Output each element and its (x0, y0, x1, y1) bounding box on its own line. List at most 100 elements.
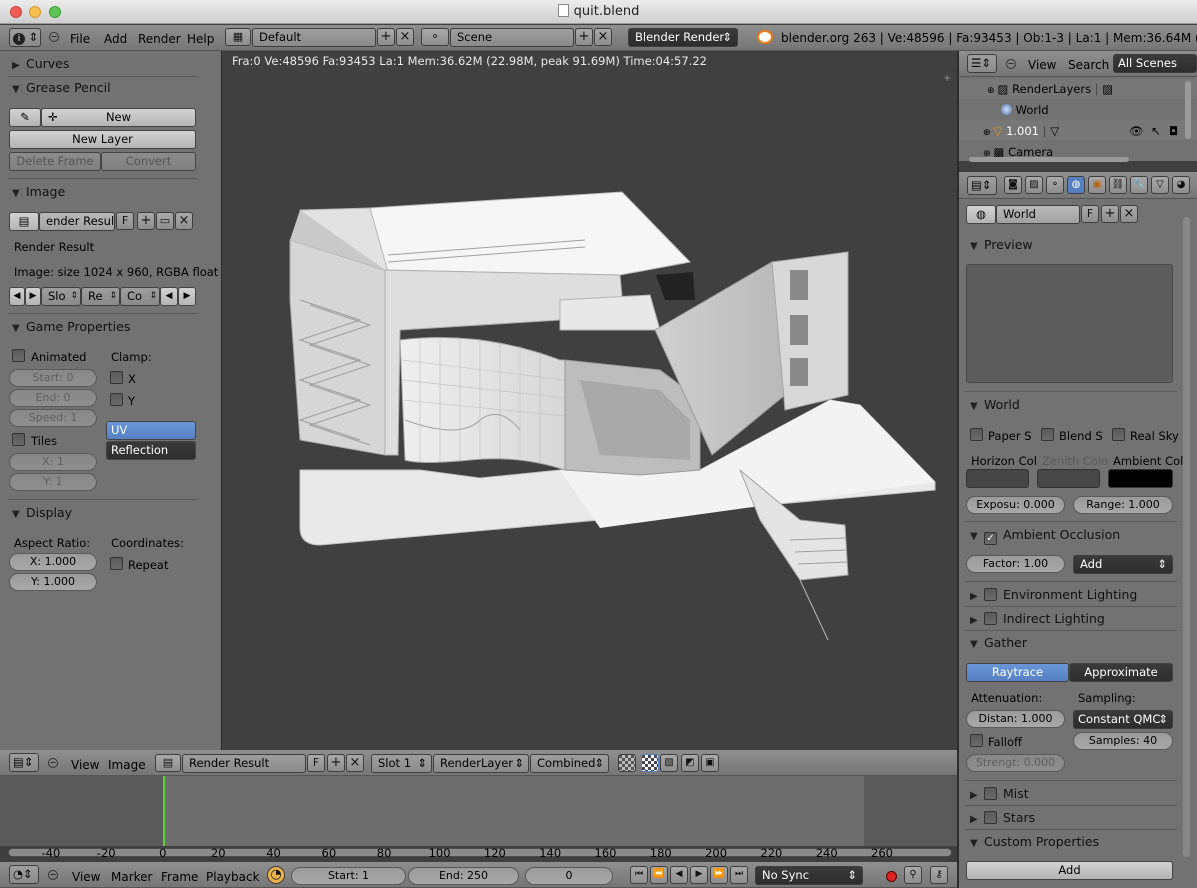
world-unlink-button[interactable]: × (1120, 205, 1138, 223)
mist-section-header[interactable]: ▶ Mist (970, 786, 1029, 801)
render-layers-tab-icon[interactable]: ▨ (1025, 176, 1043, 194)
properties-scrollbar[interactable] (1183, 217, 1190, 857)
pass-next-button[interactable]: ▶ (178, 287, 196, 306)
reflection-button[interactable]: Reflection (106, 441, 196, 460)
raytrace-button[interactable]: Raytrace (966, 663, 1069, 682)
render-camera-icon[interactable]: ◘ (1169, 124, 1178, 138)
convert-button[interactable]: Convert (101, 152, 196, 171)
scene-tab-icon[interactable]: ⚬ (1046, 176, 1064, 194)
delete-frame-button[interactable]: Delete Frame (9, 152, 101, 171)
real-sky-checkbox[interactable] (1112, 428, 1125, 441)
slot-prev-button[interactable]: ◀ (9, 287, 25, 306)
sampling-method-select[interactable]: Constant QMC ⇕ (1073, 710, 1173, 729)
slot-select[interactable]: Slo ⇕ (41, 287, 81, 306)
jump-keyframe-back-icon[interactable]: ⏪ (650, 866, 668, 884)
speed-field[interactable]: Speed: 1 (9, 409, 97, 427)
samples-field[interactable]: Samples: 40 (1073, 732, 1173, 750)
horizon-color-swatch[interactable] (966, 469, 1029, 488)
environment-lighting-section-header[interactable]: ▶ Environment Lighting (970, 587, 1137, 602)
collapse-outliner-menu-icon[interactable]: − (1006, 59, 1016, 69)
outliner-row-world[interactable]: World (1001, 103, 1049, 117)
custom-properties-section-header[interactable]: ▼ Custom Properties (970, 834, 1099, 849)
delete-layout-button[interactable]: × (396, 28, 414, 46)
indirect-lighting-checkbox[interactable] (984, 612, 997, 625)
menu-marker[interactable]: Marker (111, 870, 152, 884)
collapse-image-menu-icon[interactable]: − (48, 758, 58, 768)
menu-file[interactable]: File (70, 32, 90, 46)
draw-alpha-checker-icon[interactable] (641, 754, 659, 772)
outliner-display-mode-select[interactable]: All Scenes (1113, 54, 1197, 73)
menu-add[interactable]: Add (104, 32, 127, 46)
editor-type-outliner-menu[interactable]: ☰⇕ (967, 54, 997, 73)
render-tab-icon[interactable]: ◙ (1004, 176, 1022, 194)
world-tab-icon[interactable]: ◍ (1067, 176, 1085, 194)
uv-coordinates-button[interactable]: UV Coordinates (106, 421, 196, 454)
paper-sky-checkbox[interactable] (970, 428, 983, 441)
world-fake-user-button[interactable]: F (1081, 205, 1099, 223)
play-icon[interactable]: ▶ (690, 866, 708, 884)
browse-image-icon[interactable]: ▤ (155, 754, 181, 772)
visibility-eye-icon[interactable]: 👁 (1129, 124, 1144, 138)
display-section-header[interactable]: ▼ Display (12, 505, 72, 520)
falloff-checkbox[interactable] (970, 734, 983, 747)
sync-mode-select[interactable]: No Sync ⇕ (755, 866, 863, 885)
add-scene-button[interactable]: + (575, 28, 593, 46)
menu-help[interactable]: Help (187, 32, 214, 46)
mist-checkbox[interactable] (984, 787, 997, 800)
modifiers-tab-icon[interactable]: 🔧 (1130, 176, 1148, 194)
zenith-color-swatch[interactable] (1037, 469, 1100, 488)
render-result-viewport[interactable]: Fra:0 Ve:48596 Fa:93453 La:1 Mem:36.62M … (222, 52, 957, 750)
collapse-timeline-menu-icon[interactable]: − (48, 870, 58, 880)
editor-type-image-menu[interactable]: ▤⇕ (9, 753, 39, 772)
range-field[interactable]: Range: 1.000 (1073, 496, 1173, 514)
scene-field[interactable]: Scene (450, 28, 574, 47)
screen-layout-icon[interactable]: ▦ (225, 28, 251, 46)
keying-set-icon[interactable]: ⚲ (904, 866, 922, 884)
indirect-lighting-section-header[interactable]: ▶ Indirect Lighting (970, 611, 1105, 626)
start-field[interactable]: Start: 0 (9, 369, 97, 387)
slot-next-button[interactable]: ▶ (25, 287, 41, 306)
ambient-color-swatch[interactable] (1108, 469, 1173, 488)
collapse-menu-icon[interactable]: − (49, 32, 59, 42)
layer-select[interactable]: Re ⇕ (81, 287, 120, 306)
tiles-x-field[interactable]: X: 1 (9, 453, 97, 471)
add-layout-button[interactable]: + (377, 28, 395, 46)
timeline-area[interactable] (0, 776, 957, 846)
image-datablock-field[interactable]: Render Result (182, 754, 306, 773)
end-frame-field[interactable]: End: 250 (408, 867, 519, 885)
world-browse-icon[interactable]: ◍ (966, 205, 996, 224)
add-custom-property-button[interactable]: Add (966, 861, 1173, 880)
draw-alpha-icon[interactable]: ▧ (660, 754, 678, 772)
new-layer-button[interactable]: New Layer (9, 130, 196, 149)
menu-timeline-view[interactable]: View (72, 870, 100, 884)
draw-image-checker-icon[interactable] (618, 754, 636, 772)
draw-zbuffer-icon[interactable]: ◩ (681, 754, 699, 772)
jump-keyframe-forward-icon[interactable]: ⏩ (710, 866, 728, 884)
editor-type-timeline-menu[interactable]: ◔⇕ (9, 865, 39, 884)
outliner-hscrollbar[interactable] (969, 157, 1129, 162)
pass-prev-button[interactable]: ◀ (160, 287, 178, 306)
image-browse-icon[interactable]: ▤ (9, 212, 39, 231)
delete-scene-button[interactable]: × (594, 28, 612, 46)
pass-dropdown[interactable]: Combined ⇕ (530, 754, 609, 773)
ao-blend-mode-select[interactable]: Add ⇕ (1073, 555, 1173, 574)
clamp-y-checkbox[interactable] (110, 393, 123, 406)
outliner-scrollbar[interactable] (1185, 81, 1191, 139)
constraints-tab-icon[interactable]: ⛓ (1109, 176, 1127, 194)
jump-start-icon[interactable]: ⏮ (630, 866, 648, 884)
slot-dropdown[interactable]: Slot 1 ⇕ (371, 754, 432, 773)
editor-type-info-menu[interactable]: i ⇕ (9, 28, 41, 47)
world-name-field[interactable]: World (996, 205, 1080, 224)
outliner-row-object[interactable]: ⊕ ▽ 1.001 | ▽ 👁 ↖ ◘ (983, 124, 1183, 138)
preview-range-icon[interactable]: ◔ (267, 866, 285, 884)
stars-checkbox[interactable] (984, 811, 997, 824)
jump-end-icon[interactable]: ⏭ (730, 866, 748, 884)
playhead-marker[interactable] (163, 776, 165, 846)
scene-icon[interactable]: ⚬ (421, 28, 449, 46)
menu-view[interactable]: View (71, 758, 99, 772)
select-arrow-icon[interactable]: ↖ (1151, 124, 1161, 138)
current-frame-field[interactable]: 0 (525, 867, 613, 885)
end-field[interactable]: End: 0 (9, 389, 97, 407)
repeat-checkbox[interactable] (110, 557, 123, 570)
tiles-checkbox[interactable] (12, 433, 25, 446)
